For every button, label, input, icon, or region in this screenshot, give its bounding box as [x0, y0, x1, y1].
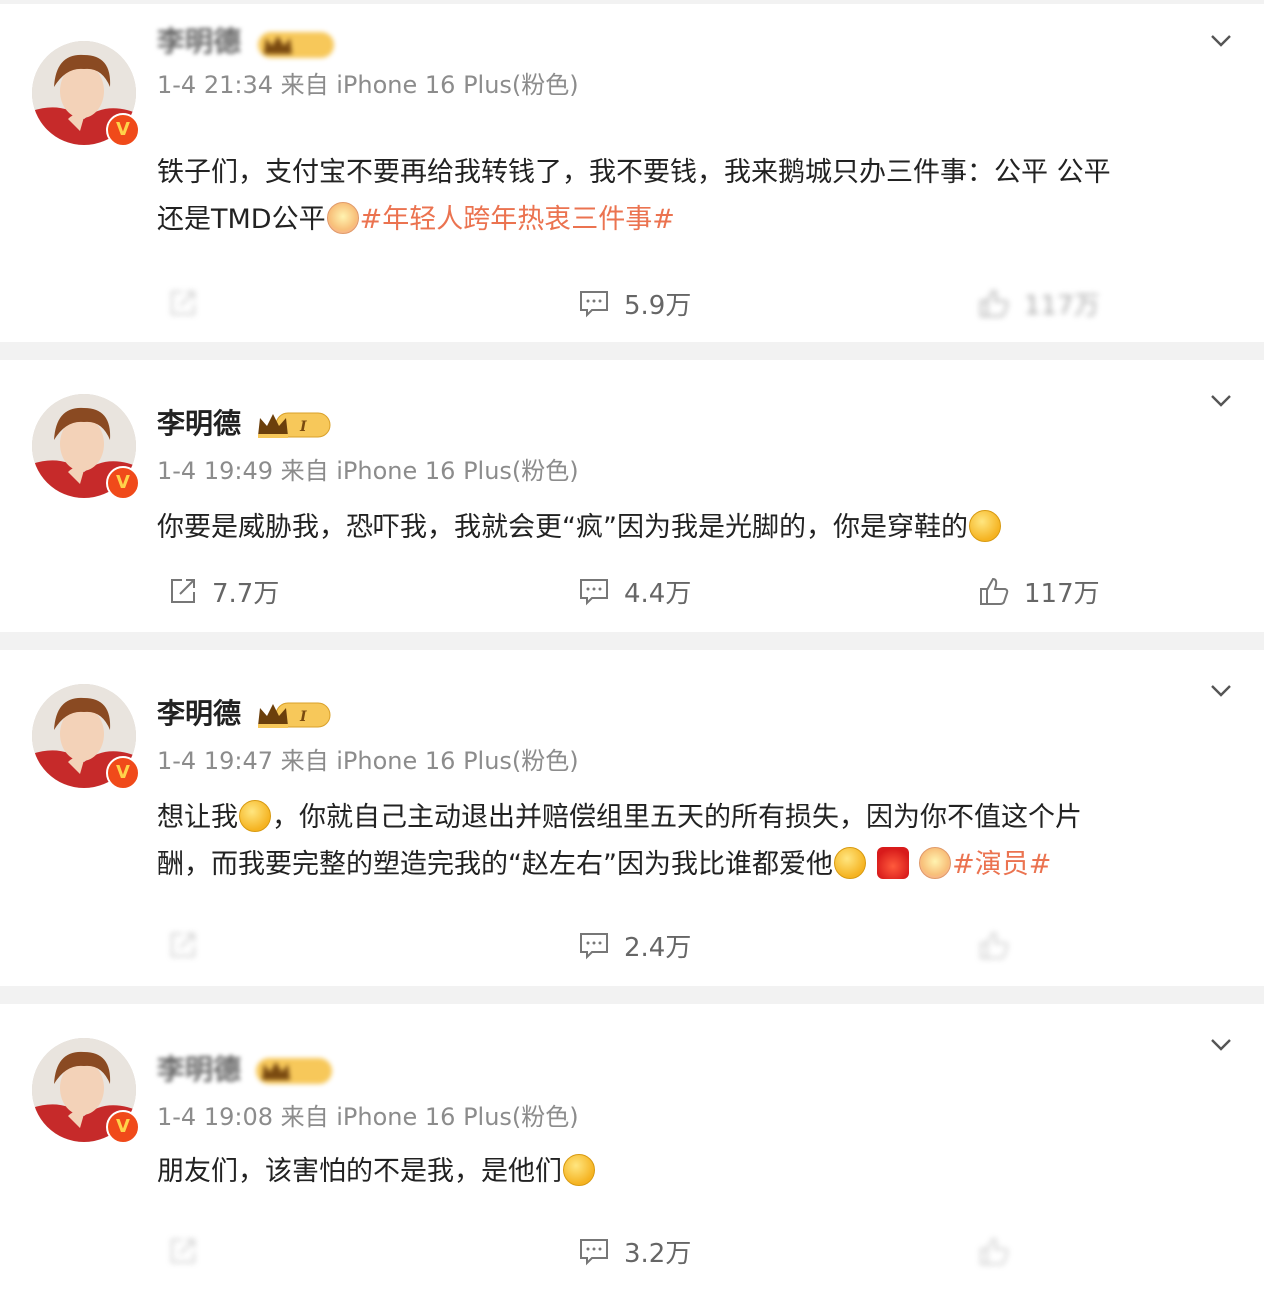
comment-icon — [580, 933, 608, 960]
verified-v-icon: V — [106, 1110, 140, 1144]
post-card: V 李明德 I 1-4 19:49 来自 iPhone 16 Plus(粉色) … — [0, 360, 1264, 632]
comment-button[interactable]: 5.9万 — [578, 278, 691, 328]
post-text-line-2: 还是TMD公平 #年轻人跨年热衷三件事# — [157, 196, 1227, 243]
post-card: V 李明德 1-4 21:34 来自 iPhone 16 Plus(粉色) 铁子… — [0, 4, 1264, 342]
post-source: 来自 iPhone 16 Plus(粉色) — [280, 71, 579, 99]
post-text-segment: 酬，而我要完整的塑造完我的“赵左右”因为我比谁都爱他 — [157, 849, 833, 880]
crown-icon — [256, 1058, 332, 1084]
action-bar: 7.7万 4.4万 117万 — [0, 566, 1264, 616]
grin-emoji-icon — [968, 510, 1001, 542]
comment-icon — [580, 1239, 608, 1266]
thumbs-up-icon — [980, 289, 1009, 317]
crown-icon: I — [258, 412, 331, 438]
share-icon — [171, 579, 195, 603]
avatar[interactable]: V — [32, 41, 140, 147]
comment-count: 4.4万 — [624, 578, 692, 609]
post-card: V 李明德 I 1-4 19:47 来自 iPhone 16 Plus(粉色) … — [0, 650, 1264, 986]
post-card: V 李明德 1-4 19:08 来自 iPhone 16 Plus(粉色) 朋友… — [0, 1004, 1264, 1294]
lotus-emoji-icon — [326, 202, 359, 234]
chevron-down-icon[interactable] — [1208, 388, 1234, 414]
crown-icon — [258, 32, 334, 58]
post-text: 想让我 ，你就自己主动退出并赔偿组里五天的所有损失，因为你不值这个片 酬，而我要完… — [157, 794, 1227, 888]
chevron-down-icon[interactable] — [1208, 28, 1234, 54]
username[interactable]: 李明德 — [157, 22, 241, 62]
action-bar: 3.2万 — [0, 1226, 1264, 1276]
repost-button[interactable] — [168, 920, 212, 970]
post-meta: 1-4 19:49 来自 iPhone 16 Plus(粉色) — [157, 454, 579, 488]
verified-v-icon: V — [106, 113, 140, 147]
thumbs-up-icon — [980, 577, 1009, 605]
lotus-emoji-icon — [919, 847, 952, 879]
chevron-down-icon[interactable] — [1208, 678, 1234, 704]
post-meta: 1-4 21:34 来自 iPhone 16 Plus(粉色) — [157, 68, 579, 102]
post-text-segment: 还是TMD公平 — [157, 204, 326, 235]
weibo-feed: V 李明德 1-4 21:34 来自 iPhone 16 Plus(粉色) 铁子… — [0, 0, 1264, 1294]
comment-icon — [580, 291, 608, 318]
cheer-emoji-icon — [833, 847, 866, 879]
post-text-line: 朋友们，该害怕的不是我，是他们 — [157, 1148, 1227, 1195]
avatar[interactable]: V — [32, 394, 140, 500]
post-text-segment: 想让我 — [157, 802, 238, 833]
share-icon — [171, 1239, 195, 1263]
comment-count: 3.2万 — [624, 1238, 692, 1269]
comment-count: 5.9万 — [624, 290, 692, 321]
action-bar: 2.4万 — [0, 920, 1264, 970]
zipper-mouth-emoji-icon — [239, 800, 271, 832]
thumbs-up-icon — [980, 1237, 1009, 1265]
post-text-segment: 朋友们，该害怕的不是我，是他们 — [157, 1156, 562, 1187]
post-text: 你要是威胁我，恐吓我，我就会更“疯”因为我是光脚的，你是穿鞋的 — [157, 504, 1227, 551]
verified-v-icon: V — [106, 756, 140, 790]
post-meta: 1-4 19:08 来自 iPhone 16 Plus(粉色) — [157, 1100, 579, 1134]
like-count: 117万 — [1024, 290, 1100, 321]
comment-count: 2.4万 — [624, 932, 692, 963]
hashtag-link[interactable]: #演员# — [952, 849, 1051, 880]
svg-text:I: I — [299, 709, 307, 725]
post-text: 朋友们，该害怕的不是我，是他们 — [157, 1148, 1227, 1195]
post-meta: 1-4 19:47 来自 iPhone 16 Plus(粉色) — [157, 744, 579, 778]
comment-button[interactable]: 4.4万 — [578, 566, 691, 616]
post-time: 1-4 19:08 — [157, 1103, 273, 1131]
svg-text:I: I — [299, 419, 307, 435]
repost-button[interactable] — [168, 278, 212, 328]
post-source: 来自 iPhone 16 Plus(粉色) — [280, 747, 579, 775]
thumbs-up-icon — [980, 931, 1009, 959]
avatar[interactable]: V — [32, 1038, 140, 1144]
username[interactable]: 李明德 — [157, 694, 241, 734]
comment-button[interactable]: 2.4万 — [578, 920, 691, 970]
share-icon — [171, 291, 195, 315]
post-time: 1-4 19:47 — [157, 747, 273, 775]
like-button[interactable] — [978, 920, 1024, 970]
post-text: 铁子们，支付宝不要再给我转钱了，我不要钱，我来鹅城只办三件事：公平 公平 还是T… — [157, 149, 1227, 243]
chevron-down-icon[interactable] — [1208, 1032, 1234, 1058]
share-icon — [171, 933, 195, 957]
post-text-segment: ，你就自己主动退出并赔偿组里五天的所有损失，因为你不值这个片 — [272, 802, 1082, 833]
post-time: 1-4 21:34 — [157, 71, 273, 99]
username[interactable]: 李明德 — [157, 404, 241, 444]
like-count: 117万 — [1024, 578, 1100, 609]
post-text-line: 你要是威胁我，恐吓我，我就会更“疯”因为我是光脚的，你是穿鞋的 — [157, 504, 1227, 551]
username[interactable]: 李明德 — [157, 1050, 241, 1090]
post-text-line: 铁子们，支付宝不要再给我转钱了，我不要钱，我来鹅城只办三件事：公平 公平 — [157, 157, 1111, 188]
repost-count: 7.7万 — [212, 578, 280, 609]
post-text-segment: 你要是威胁我，恐吓我，我就会更“疯”因为我是光脚的，你是穿鞋的 — [157, 512, 968, 543]
comment-button[interactable]: 3.2万 — [578, 1226, 691, 1276]
post-time: 1-4 19:49 — [157, 457, 273, 485]
verified-v-icon: V — [106, 466, 140, 500]
repost-button[interactable]: 7.7万 — [168, 566, 279, 616]
post-source: 来自 iPhone 16 Plus(粉色) — [280, 1103, 579, 1131]
post-source: 来自 iPhone 16 Plus(粉色) — [280, 457, 579, 485]
comment-icon — [580, 579, 608, 606]
red-candle-emoji-icon — [876, 847, 909, 879]
post-text-line-2: 酬，而我要完整的塑造完我的“赵左右”因为我比谁都爱他 #演员# — [157, 841, 1227, 888]
like-button[interactable]: 117万 — [978, 566, 1100, 616]
hashtag-link[interactable]: #年轻人跨年热衷三件事# — [360, 204, 675, 235]
like-button[interactable]: 117万 — [978, 278, 1100, 328]
like-button[interactable] — [978, 1226, 1024, 1276]
post-text-line: 想让我 ，你就自己主动退出并赔偿组里五天的所有损失，因为你不值这个片 — [157, 794, 1227, 841]
smile-emoji-icon — [563, 1154, 595, 1186]
action-bar: 5.9万 117万 — [0, 278, 1264, 328]
repost-button[interactable] — [168, 1226, 212, 1276]
avatar[interactable]: V — [32, 684, 140, 790]
crown-icon: I — [258, 702, 331, 728]
